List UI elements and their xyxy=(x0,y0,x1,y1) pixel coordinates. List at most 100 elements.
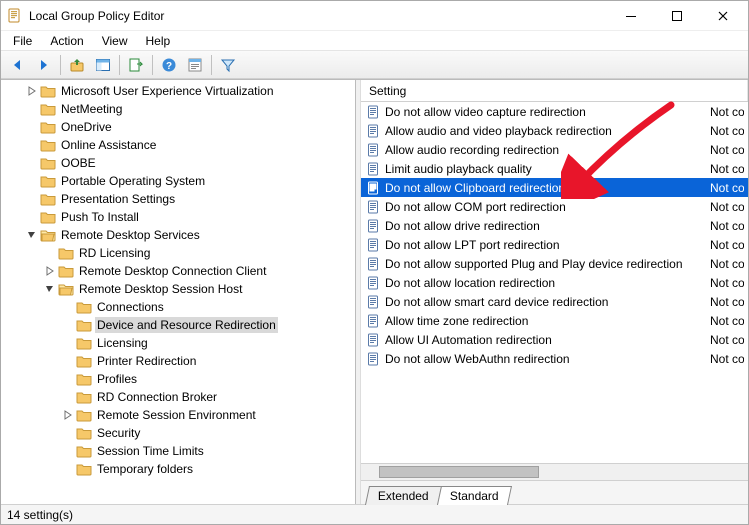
filter-button[interactable] xyxy=(216,53,240,77)
close-button[interactable] xyxy=(700,1,746,31)
tree-item-label[interactable]: Remote Desktop Connection Client xyxy=(77,263,268,279)
tree-item[interactable]: Push To Install xyxy=(1,208,355,226)
tab-extended[interactable]: Extended xyxy=(365,486,442,505)
settings-list[interactable]: Do not allow video capture redirectionNo… xyxy=(361,102,748,463)
tree-pane[interactable]: Microsoft User Experience Virtualization… xyxy=(1,80,356,504)
column-header-setting[interactable]: Setting xyxy=(361,80,748,101)
title-bar: Local Group Policy Editor xyxy=(1,1,748,31)
tree-item-label[interactable]: OOBE xyxy=(59,155,98,171)
chevron-down-icon[interactable] xyxy=(43,282,57,296)
tree-item-label[interactable]: RD Licensing xyxy=(77,245,152,261)
tree-item-label[interactable]: Security xyxy=(95,425,142,441)
tree-item-label[interactable]: RD Connection Broker xyxy=(95,389,219,405)
tree-item-label[interactable]: OneDrive xyxy=(59,119,114,135)
setting-row[interactable]: Do not allow smart card device redirecti… xyxy=(361,292,748,311)
tree-item[interactable]: NetMeeting xyxy=(1,100,355,118)
tree-item[interactable]: OneDrive xyxy=(1,118,355,136)
forward-button[interactable] xyxy=(32,53,56,77)
setting-row[interactable]: Do not allow WebAuthn redirectionNot con… xyxy=(361,349,748,368)
policy-icon xyxy=(367,124,381,138)
tree-item-label[interactable]: Device and Resource Redirection xyxy=(95,317,278,333)
export-list-button[interactable] xyxy=(124,53,148,77)
tree-item[interactable]: Remote Desktop Services xyxy=(1,226,355,244)
tab-standard[interactable]: Standard xyxy=(437,486,512,505)
tree-item-label[interactable]: Licensing xyxy=(95,335,150,351)
tree-item-label[interactable]: Online Assistance xyxy=(59,137,158,153)
tree-item[interactable]: Security xyxy=(1,424,355,442)
expander-placeholder xyxy=(61,354,75,368)
chevron-right-icon[interactable] xyxy=(43,264,57,278)
chevron-down-icon[interactable] xyxy=(25,228,39,242)
setting-state: Not configured xyxy=(710,238,744,252)
tree-item[interactable]: Remote Desktop Connection Client xyxy=(1,262,355,280)
policy-icon xyxy=(367,181,381,195)
tree-item[interactable]: Licensing xyxy=(1,334,355,352)
expander-placeholder xyxy=(25,192,39,206)
folder-icon xyxy=(40,84,56,98)
policy-icon xyxy=(367,105,381,119)
up-one-level-button[interactable] xyxy=(65,53,89,77)
tree-item-label[interactable]: Connections xyxy=(95,299,166,315)
setting-row[interactable]: Do not allow LPT port redirectionNot con… xyxy=(361,235,748,254)
tree-item-label[interactable]: NetMeeting xyxy=(59,101,124,117)
policy-icon xyxy=(367,219,381,233)
show-hide-tree-button[interactable] xyxy=(91,53,115,77)
setting-row[interactable]: Limit audio playback qualityNot configur… xyxy=(361,159,748,178)
tree-item[interactable]: Temporary folders xyxy=(1,460,355,478)
tree-item-label[interactable]: Temporary folders xyxy=(95,461,195,477)
setting-row[interactable]: Do not allow COM port redirectionNot con… xyxy=(361,197,748,216)
chevron-right-icon[interactable] xyxy=(25,84,39,98)
options-button[interactable] xyxy=(183,53,207,77)
policy-icon xyxy=(367,314,381,328)
tree-item[interactable]: RD Licensing xyxy=(1,244,355,262)
setting-row[interactable]: Allow UI Automation redirectionNot confi… xyxy=(361,330,748,349)
setting-state: Not configured xyxy=(710,181,744,195)
tree-item-label[interactable]: Remote Desktop Session Host xyxy=(77,281,244,297)
setting-row[interactable]: Allow audio and video playback redirecti… xyxy=(361,121,748,140)
menu-file[interactable]: File xyxy=(5,33,40,49)
tree-item-label[interactable]: Profiles xyxy=(95,371,139,387)
tree-item[interactable]: Profiles xyxy=(1,370,355,388)
tree-item-label[interactable]: Printer Redirection xyxy=(95,353,198,369)
setting-row[interactable]: Allow time zone redirectionNot configure… xyxy=(361,311,748,330)
expander-placeholder xyxy=(25,174,39,188)
tree-item[interactable]: Remote Session Environment xyxy=(1,406,355,424)
back-button[interactable] xyxy=(6,53,30,77)
tree-item-label[interactable]: Microsoft User Experience Virtualization xyxy=(59,83,276,99)
tree-item[interactable]: Online Assistance xyxy=(1,136,355,154)
chevron-right-icon[interactable] xyxy=(61,408,75,422)
tree-item[interactable]: Remote Desktop Session Host xyxy=(1,280,355,298)
tree-item-label[interactable]: Remote Desktop Services xyxy=(59,227,202,243)
tree-item[interactable]: Microsoft User Experience Virtualization xyxy=(1,82,355,100)
tree-item[interactable]: Printer Redirection xyxy=(1,352,355,370)
setting-row[interactable]: Do not allow video capture redirectionNo… xyxy=(361,102,748,121)
folder-icon xyxy=(40,102,56,116)
setting-row[interactable]: Do not allow drive redirectionNot config… xyxy=(361,216,748,235)
policy-icon xyxy=(367,333,381,347)
horizontal-scrollbar[interactable] xyxy=(361,463,748,480)
setting-row[interactable]: Do not allow supported Plug and Play dev… xyxy=(361,254,748,273)
tree-item[interactable]: RD Connection Broker xyxy=(1,388,355,406)
maximize-button[interactable] xyxy=(654,1,700,31)
tree-item-label[interactable]: Presentation Settings xyxy=(59,191,177,207)
setting-row[interactable]: Allow audio recording redirectionNot con… xyxy=(361,140,748,159)
tree-item[interactable]: OOBE xyxy=(1,154,355,172)
tree-item[interactable]: Device and Resource Redirection xyxy=(1,316,355,334)
tree-item-label[interactable]: Portable Operating System xyxy=(59,173,207,189)
tree-item[interactable]: Portable Operating System xyxy=(1,172,355,190)
tree-item[interactable]: Connections xyxy=(1,298,355,316)
menu-view[interactable]: View xyxy=(94,33,136,49)
setting-label: Do not allow COM port redirection xyxy=(385,200,710,214)
tree-item[interactable]: Presentation Settings xyxy=(1,190,355,208)
menu-action[interactable]: Action xyxy=(42,33,91,49)
folder-icon xyxy=(76,354,92,368)
setting-row[interactable]: Do not allow Clipboard redirectionNot co… xyxy=(361,178,748,197)
help-button[interactable]: ? xyxy=(157,53,181,77)
tree-item-label[interactable]: Session Time Limits xyxy=(95,443,206,459)
tree-item[interactable]: Session Time Limits xyxy=(1,442,355,460)
tree-item-label[interactable]: Push To Install xyxy=(59,209,141,225)
minimize-button[interactable] xyxy=(608,1,654,31)
menu-help[interactable]: Help xyxy=(138,33,179,49)
setting-row[interactable]: Do not allow location redirectionNot con… xyxy=(361,273,748,292)
tree-item-label[interactable]: Remote Session Environment xyxy=(95,407,258,423)
